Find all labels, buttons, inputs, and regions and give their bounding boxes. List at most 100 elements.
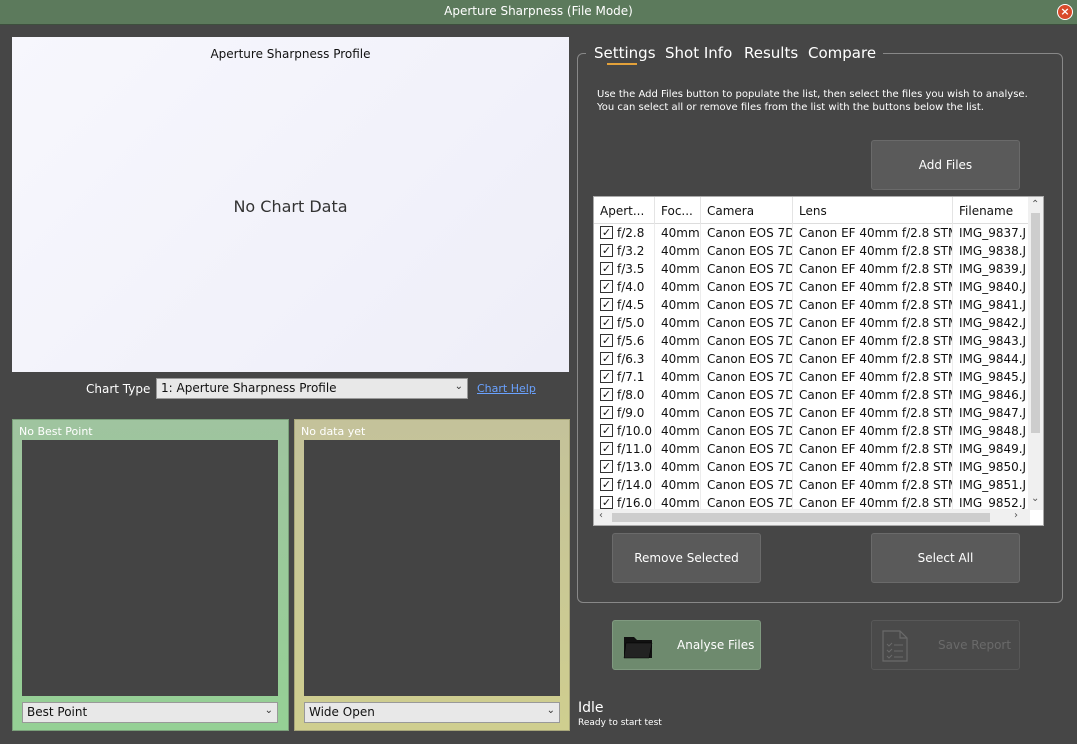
chevron-down-icon: ⌄ [546, 705, 555, 716]
row-checkbox[interactable]: ✓ [600, 244, 613, 257]
column-header-camera[interactable]: Camera [701, 197, 793, 224]
table-row[interactable]: ✓ f/11.0 40mm Canon EOS 7D Canon EF 40mm f/2… [594, 440, 1030, 458]
remove-selected-button[interactable]: Remove Selected [612, 533, 761, 583]
file-table: Apert... Foc... Camera Lens Filename ✓ f/… [593, 196, 1044, 526]
scroll-right-icon[interactable]: › [1014, 510, 1018, 521]
camera-cell: Canon EOS 7D [701, 314, 793, 332]
save-report-button[interactable]: Save Report [871, 620, 1020, 670]
lens-cell: Canon EF 40mm f/2.8 STM [793, 332, 953, 350]
lens-cell: Canon EF 40mm f/2.8 STM [793, 404, 953, 422]
scroll-left-icon[interactable]: ‹ [599, 510, 603, 521]
row-checkbox[interactable]: ✓ [600, 460, 613, 473]
instructions-line-2: You can select all or remove files from … [597, 102, 984, 113]
row-checkbox[interactable]: ✓ [600, 280, 613, 293]
analyse-files-label: Analyse Files [677, 638, 755, 652]
wide-open-select[interactable]: Wide Open ⌄ [304, 702, 560, 723]
filename-cell: IMG_9842.J [953, 314, 1030, 332]
filename-cell: IMG_9843.J [953, 332, 1030, 350]
tab-results[interactable]: Results [744, 44, 798, 62]
lens-cell: Canon EF 40mm f/2.8 STM [793, 296, 953, 314]
column-header-aperture[interactable]: Apert... [594, 197, 655, 224]
column-header-focal-length[interactable]: Foc... [655, 197, 701, 224]
table-row[interactable]: ✓ f/5.0 40mm Canon EOS 7D Canon EF 40mm f/2.… [594, 314, 1030, 332]
column-header-filename[interactable]: Filename [953, 197, 1030, 224]
aperture-cell: ✓ f/10.0 [594, 422, 655, 440]
wide-open-select-value: Wide Open [309, 705, 375, 719]
table-row[interactable]: ✓ f/6.3 40mm Canon EOS 7D Canon EF 40mm f/2.… [594, 350, 1030, 368]
camera-cell: Canon EOS 7D [701, 350, 793, 368]
table-row[interactable]: ✓ f/9.0 40mm Canon EOS 7D Canon EF 40mm f/2.… [594, 404, 1030, 422]
aperture-value: f/11.0 [617, 442, 652, 456]
row-checkbox[interactable]: ✓ [600, 316, 613, 329]
row-checkbox[interactable]: ✓ [600, 424, 613, 437]
table-row[interactable]: ✓ f/14.0 40mm Canon EOS 7D Canon EF 40mm f/2… [594, 476, 1030, 494]
lens-cell: Canon EF 40mm f/2.8 STM [793, 458, 953, 476]
table-row[interactable]: ✓ f/4.5 40mm Canon EOS 7D Canon EF 40mm f/2.… [594, 296, 1030, 314]
camera-cell: Canon EOS 7D [701, 458, 793, 476]
table-row[interactable]: ✓ f/3.2 40mm Canon EOS 7D Canon EF 40mm f/2.… [594, 242, 1030, 260]
analyse-files-button[interactable]: Analyse Files [612, 620, 761, 670]
row-checkbox[interactable]: ✓ [600, 478, 613, 491]
table-row[interactable]: ✓ f/5.6 40mm Canon EOS 7D Canon EF 40mm f/2.… [594, 332, 1030, 350]
horizontal-scrollbar[interactable]: ‹ › [594, 509, 1030, 525]
table-row[interactable]: ✓ f/8.0 40mm Canon EOS 7D Canon EF 40mm f/2.… [594, 386, 1030, 404]
table-row[interactable]: ✓ f/10.0 40mm Canon EOS 7D Canon EF 40mm f/2… [594, 422, 1030, 440]
select-all-button[interactable]: Select All [871, 533, 1020, 583]
aperture-cell: ✓ f/8.0 [594, 386, 655, 404]
filename-cell: IMG_9851.J [953, 476, 1030, 494]
chart-type-label: Chart Type [86, 382, 151, 396]
chart-type-select[interactable]: 1: Aperture Sharpness Profile ⌄ [156, 378, 468, 399]
row-checkbox[interactable]: ✓ [600, 388, 613, 401]
tab-compare[interactable]: Compare [808, 44, 876, 62]
focal-length-cell: 40mm [655, 476, 701, 494]
row-checkbox[interactable]: ✓ [600, 352, 613, 365]
table-row[interactable]: ✓ f/4.0 40mm Canon EOS 7D Canon EF 40mm f/2.… [594, 278, 1030, 296]
table-header: Apert... Foc... Camera Lens Filename [594, 197, 1030, 224]
row-checkbox[interactable]: ✓ [600, 370, 613, 383]
best-point-image [22, 440, 278, 696]
camera-cell: Canon EOS 7D [701, 242, 793, 260]
row-checkbox[interactable]: ✓ [600, 262, 613, 275]
scroll-up-icon[interactable]: ⌃ [1031, 199, 1039, 210]
row-checkbox[interactable]: ✓ [600, 298, 613, 311]
tab-settings[interactable]: Settings [594, 44, 656, 62]
focal-length-cell: 40mm [655, 314, 701, 332]
aperture-cell: ✓ f/5.0 [594, 314, 655, 332]
tab-shot-info[interactable]: Shot Info [665, 44, 732, 62]
best-point-select[interactable]: Best Point ⌄ [22, 702, 278, 723]
scroll-down-icon[interactable]: ⌄ [1031, 493, 1039, 504]
vertical-scroll-thumb[interactable] [1031, 213, 1040, 433]
folder-icon [623, 637, 653, 659]
row-checkbox[interactable]: ✓ [600, 496, 613, 509]
table-row[interactable]: ✓ f/3.5 40mm Canon EOS 7D Canon EF 40mm f/2.… [594, 260, 1030, 278]
chart-help-link[interactable]: Chart Help [477, 382, 536, 395]
table-row[interactable]: ✓ f/7.1 40mm Canon EOS 7D Canon EF 40mm f/2.… [594, 368, 1030, 386]
horizontal-scroll-thumb[interactable] [612, 513, 990, 522]
row-checkbox[interactable]: ✓ [600, 406, 613, 419]
row-checkbox[interactable]: ✓ [600, 334, 613, 347]
aperture-cell: ✓ f/4.0 [594, 278, 655, 296]
camera-cell: Canon EOS 7D [701, 404, 793, 422]
chart-area: Aperture Sharpness Profile No Chart Data [12, 37, 569, 372]
add-files-button[interactable]: Add Files [871, 140, 1020, 190]
column-header-lens[interactable]: Lens [793, 197, 953, 224]
close-button[interactable]: × [1057, 4, 1073, 20]
camera-cell: Canon EOS 7D [701, 368, 793, 386]
aperture-value: f/3.2 [617, 244, 645, 258]
lens-cell: Canon EF 40mm f/2.8 STM [793, 242, 953, 260]
aperture-cell: ✓ f/13.0 [594, 458, 655, 476]
row-checkbox[interactable]: ✓ [600, 442, 613, 455]
wide-open-panel: No data yet Wide Open ⌄ [294, 419, 570, 731]
aperture-value: f/6.3 [617, 352, 645, 366]
instructions-line-1: Use the Add Files button to populate the… [597, 89, 1028, 100]
vertical-scrollbar[interactable]: ⌃ ⌄ [1028, 197, 1043, 510]
filename-cell: IMG_9845.J [953, 368, 1030, 386]
table-row[interactable]: ✓ f/2.8 40mm Canon EOS 7D Canon EF 40mm f/2.… [594, 224, 1030, 242]
focal-length-cell: 40mm [655, 296, 701, 314]
row-checkbox[interactable]: ✓ [600, 226, 613, 239]
filename-cell: IMG_9850.J [953, 458, 1030, 476]
table-row[interactable]: ✓ f/13.0 40mm Canon EOS 7D Canon EF 40mm f/2… [594, 458, 1030, 476]
camera-cell: Canon EOS 7D [701, 386, 793, 404]
close-icon: × [1060, 5, 1070, 18]
best-point-select-value: Best Point [27, 705, 88, 719]
